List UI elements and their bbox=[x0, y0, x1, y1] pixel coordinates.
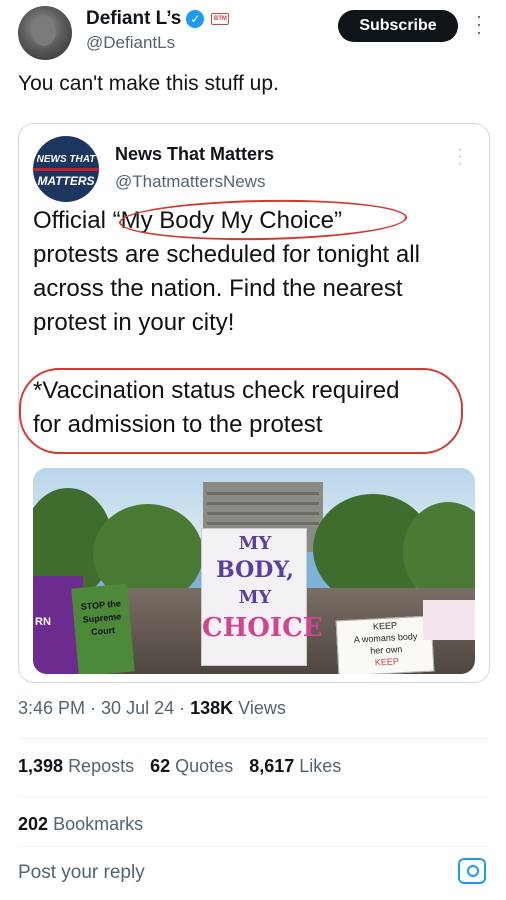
author-display-name[interactable]: Defiant L’s bbox=[86, 8, 181, 30]
affiliate-badge-icon[interactable]: BTM bbox=[211, 13, 230, 25]
sign-text: Court bbox=[90, 624, 116, 638]
quoted-body-line: across the nation. Find the nearest bbox=[33, 275, 403, 302]
green-sign: STOP the Supreme Court bbox=[71, 583, 135, 674]
quoted-handle[interactable]: @ThatmattersNews bbox=[115, 172, 265, 192]
views-label: Views bbox=[238, 698, 286, 718]
views-count: 138K bbox=[190, 698, 234, 718]
subscribe-button[interactable]: Subscribe bbox=[338, 10, 458, 42]
more-options-icon[interactable]: · · · bbox=[473, 7, 485, 41]
quoted-more-icon: · · · bbox=[457, 141, 463, 172]
reposts-label: Reposts bbox=[68, 756, 135, 776]
quoted-avatar-line2: MATTERS bbox=[37, 174, 95, 188]
sign-text: CHOICE bbox=[202, 613, 323, 643]
my-body-my-choice-sign: MY BODY, MY CHOICE bbox=[201, 528, 323, 666]
quoted-display-name[interactable]: News That Matters bbox=[115, 144, 274, 165]
tweet-date[interactable]: 30 Jul 24 bbox=[101, 698, 174, 718]
pink-sign bbox=[423, 600, 475, 640]
quotes-label: Quotes bbox=[175, 756, 234, 776]
sign-text: STOP the bbox=[80, 598, 122, 612]
bookmarks-count: 202 bbox=[18, 814, 49, 834]
author-avatar[interactable] bbox=[18, 6, 72, 60]
divider bbox=[18, 796, 488, 797]
tweet-header: Defiant L’s ✓ BTM @DefiantLs Subscribe ·… bbox=[0, 0, 506, 64]
quoted-body-line: protest in your city! bbox=[33, 309, 235, 336]
verified-badge-icon[interactable]: ✓ bbox=[186, 10, 205, 28]
sign-text: MY bbox=[238, 587, 272, 608]
divider bbox=[18, 846, 488, 847]
reposts-stat[interactable]: 1,398 Reposts bbox=[18, 756, 134, 777]
protest-photo[interactable]: RN STOP the Supreme Court MY BODY, MY CH… bbox=[33, 468, 475, 674]
author-handle[interactable]: @DefiantLs bbox=[86, 33, 175, 53]
divider bbox=[18, 738, 488, 739]
reply-input[interactable]: Post your reply bbox=[18, 862, 418, 884]
quoted-avatar[interactable]: NEWS THAT MATTERS bbox=[33, 136, 99, 202]
bookmarks-label: Bookmarks bbox=[53, 814, 144, 834]
white-sign: KEEP A womans body her own KEEP bbox=[335, 615, 435, 674]
quotes-count: 62 bbox=[150, 756, 171, 776]
quoted-avatar-line1: NEWS THAT bbox=[36, 154, 96, 165]
red-annotation-circle bbox=[19, 368, 463, 454]
sign-text: RN bbox=[35, 616, 51, 628]
sign-text: MY bbox=[238, 533, 272, 554]
sign-text: BODY, bbox=[216, 557, 294, 583]
quoted-tweet[interactable]: NEWS THAT MATTERS News That Matters @Tha… bbox=[18, 123, 490, 683]
author-name-row[interactable]: Defiant L’s ✓ BTM bbox=[86, 8, 230, 30]
engagement-stats: 1,398 Reposts 62 Quotes 8,617 Likes bbox=[18, 756, 341, 777]
sign-text: Supreme bbox=[82, 611, 122, 625]
tweet-text: You can't make this stuff up. bbox=[18, 72, 279, 95]
reposts-count: 1,398 bbox=[18, 756, 64, 776]
likes-stat[interactable]: 8,617 Likes bbox=[249, 756, 341, 777]
bookmarks-stat[interactable]: 202 Bookmarks bbox=[18, 814, 143, 835]
quotes-stat[interactable]: 62 Quotes bbox=[150, 756, 233, 777]
likes-label: Likes bbox=[299, 756, 342, 776]
likes-count: 8,617 bbox=[249, 756, 295, 776]
camera-icon[interactable] bbox=[458, 858, 486, 884]
tweet-time[interactable]: 3:46 PM bbox=[18, 698, 85, 718]
tweet-meta: 3:46 PM · 30 Jul 24 · 138K Views bbox=[18, 698, 286, 718]
quoted-body-line: protests are scheduled for tonight all bbox=[33, 241, 420, 268]
